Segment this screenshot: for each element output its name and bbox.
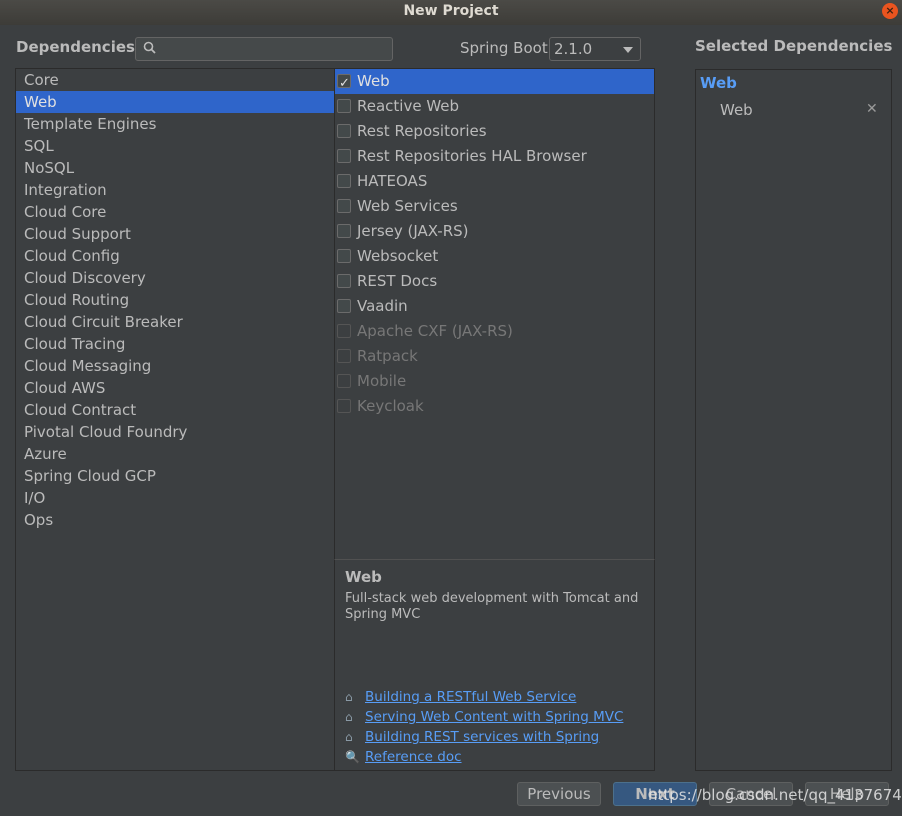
dependency-item[interactable]: Websocket [335, 244, 654, 269]
checkbox [337, 374, 351, 388]
remove-icon[interactable]: ✕ [866, 101, 878, 117]
dependency-list[interactable]: ✓ Web Reactive Web Rest Repositories Rest Re… [334, 68, 655, 560]
dependency-label: Keycloak [357, 397, 424, 415]
dependency-label: Rest Repositories [357, 122, 487, 140]
category-list[interactable]: Core Web Template Engines SQL NoSQL Integrati… [15, 68, 335, 771]
category-item[interactable]: Cloud Core [16, 201, 334, 223]
category-item[interactable]: Cloud Messaging [16, 355, 334, 377]
selected-dependencies-label: Selected Dependencies [695, 37, 893, 55]
dependency-item: Mobile [335, 369, 654, 394]
guide-link-row: 🔍 Reference doc [345, 747, 623, 767]
category-item[interactable]: Cloud Support [16, 223, 334, 245]
spring-boot-label: Spring Boot [460, 39, 548, 57]
description-text: Full-stack web development with Tomcat a… [345, 591, 639, 622]
dependency-label: Web [357, 72, 390, 90]
dependency-label: Ratpack [357, 347, 418, 365]
checkbox[interactable] [337, 124, 351, 138]
dependency-label: Vaadin [357, 297, 408, 315]
home-icon: ⌂ [345, 690, 353, 704]
home-icon: ⌂ [345, 730, 353, 744]
category-item[interactable]: Core [16, 69, 334, 91]
guide-link-row: ⌂ Building a RESTful Web Service [345, 687, 623, 707]
dependency-label: Reactive Web [357, 97, 460, 115]
dependency-label: Jersey (JAX-RS) [357, 222, 469, 240]
checkbox[interactable] [337, 174, 351, 188]
dependency-item[interactable]: Web Services [335, 194, 654, 219]
guide-link[interactable]: Building REST services with Spring [365, 729, 599, 745]
selected-item: Web [720, 101, 753, 119]
checkbox[interactable]: ✓ [337, 74, 351, 91]
category-item[interactable]: Azure [16, 443, 334, 465]
description-title: Web [345, 568, 382, 586]
dependency-item[interactable]: Rest Repositories HAL Browser [335, 144, 654, 169]
dependency-item[interactable]: ✓ Web [335, 69, 654, 94]
dependency-label: HATEOAS [357, 172, 428, 190]
category-item[interactable]: Integration [16, 179, 334, 201]
checkbox[interactable] [337, 224, 351, 238]
reference-doc-icon: 🔍 [345, 750, 360, 764]
spring-boot-version-value: 2.1.0 [554, 40, 593, 58]
window-title: New Project [403, 3, 499, 19]
dependency-item[interactable]: Rest Repositories [335, 119, 654, 144]
selected-group-label: Web [700, 74, 737, 92]
category-item[interactable]: Cloud Tracing [16, 333, 334, 355]
dependencies-label: Dependencies [16, 38, 135, 56]
checkbox [337, 324, 351, 338]
close-icon[interactable]: × [882, 3, 898, 19]
title-bar: New Project × [0, 0, 902, 25]
guide-link[interactable]: Reference doc [365, 749, 462, 765]
checkmark-icon: ✓ [339, 76, 350, 91]
guide-link[interactable]: Serving Web Content with Spring MVC [365, 709, 623, 725]
search-icon [143, 41, 156, 54]
guide-links: ⌂ Building a RESTful Web Service ⌂ Serving … [345, 687, 623, 767]
category-item[interactable]: Web [16, 91, 334, 113]
dependency-item: Ratpack [335, 344, 654, 369]
dependency-label: REST Docs [357, 272, 438, 290]
home-icon: ⌂ [345, 710, 353, 724]
category-item[interactable]: Cloud Routing [16, 289, 334, 311]
dependency-item[interactable]: REST Docs [335, 269, 654, 294]
dependency-item[interactable]: Reactive Web [335, 94, 654, 119]
checkbox[interactable] [337, 199, 351, 213]
dependency-item: Apache CXF (JAX-RS) [335, 319, 654, 344]
dependency-item: Keycloak [335, 394, 654, 419]
dependency-label: Mobile [357, 372, 407, 390]
dependency-label: Apache CXF (JAX-RS) [357, 322, 513, 340]
category-item[interactable]: Cloud Contract [16, 399, 334, 421]
category-item[interactable]: Cloud Discovery [16, 267, 334, 289]
spring-boot-version-select[interactable]: 2.1.0 [549, 37, 641, 61]
dependency-item[interactable]: Vaadin [335, 294, 654, 319]
category-item[interactable]: Cloud AWS [16, 377, 334, 399]
selected-dependencies-panel: Web Web ✕ [695, 69, 892, 771]
category-item[interactable]: Template Engines [16, 113, 334, 135]
checkbox[interactable] [337, 149, 351, 163]
watermark: https://blog.csdn.net/qq_41376740 [648, 786, 902, 804]
category-item[interactable]: Ops [16, 509, 334, 531]
guide-link-row: ⌂ Building REST services with Spring [345, 727, 623, 747]
checkbox[interactable] [337, 99, 351, 113]
category-item[interactable]: NoSQL [16, 157, 334, 179]
description-panel: Web Full-stack web development with Tomc… [334, 559, 655, 771]
category-item[interactable]: Cloud Circuit Breaker [16, 311, 334, 333]
previous-button[interactable]: Previous [517, 782, 601, 806]
dependency-label: Websocket [357, 247, 439, 265]
checkbox[interactable] [337, 299, 351, 313]
dependency-item[interactable]: Jersey (JAX-RS) [335, 219, 654, 244]
category-item[interactable]: I/O [16, 487, 334, 509]
guide-link-row: ⌂ Serving Web Content with Spring MVC [345, 707, 623, 727]
guide-link[interactable]: Building a RESTful Web Service [365, 689, 576, 705]
dependency-label: Rest Repositories HAL Browser [357, 147, 587, 165]
search-input[interactable] [135, 37, 393, 61]
category-item[interactable]: Spring Cloud GCP [16, 465, 334, 487]
category-item[interactable]: SQL [16, 135, 334, 157]
checkbox[interactable] [337, 274, 351, 288]
checkbox[interactable] [337, 249, 351, 263]
dependency-item[interactable]: HATEOAS [335, 169, 654, 194]
category-item[interactable]: Cloud Config [16, 245, 334, 267]
dependency-label: Web Services [357, 197, 458, 215]
checkbox [337, 349, 351, 363]
chevron-down-icon [623, 47, 633, 53]
checkbox [337, 399, 351, 413]
category-item[interactable]: Pivotal Cloud Foundry [16, 421, 334, 443]
